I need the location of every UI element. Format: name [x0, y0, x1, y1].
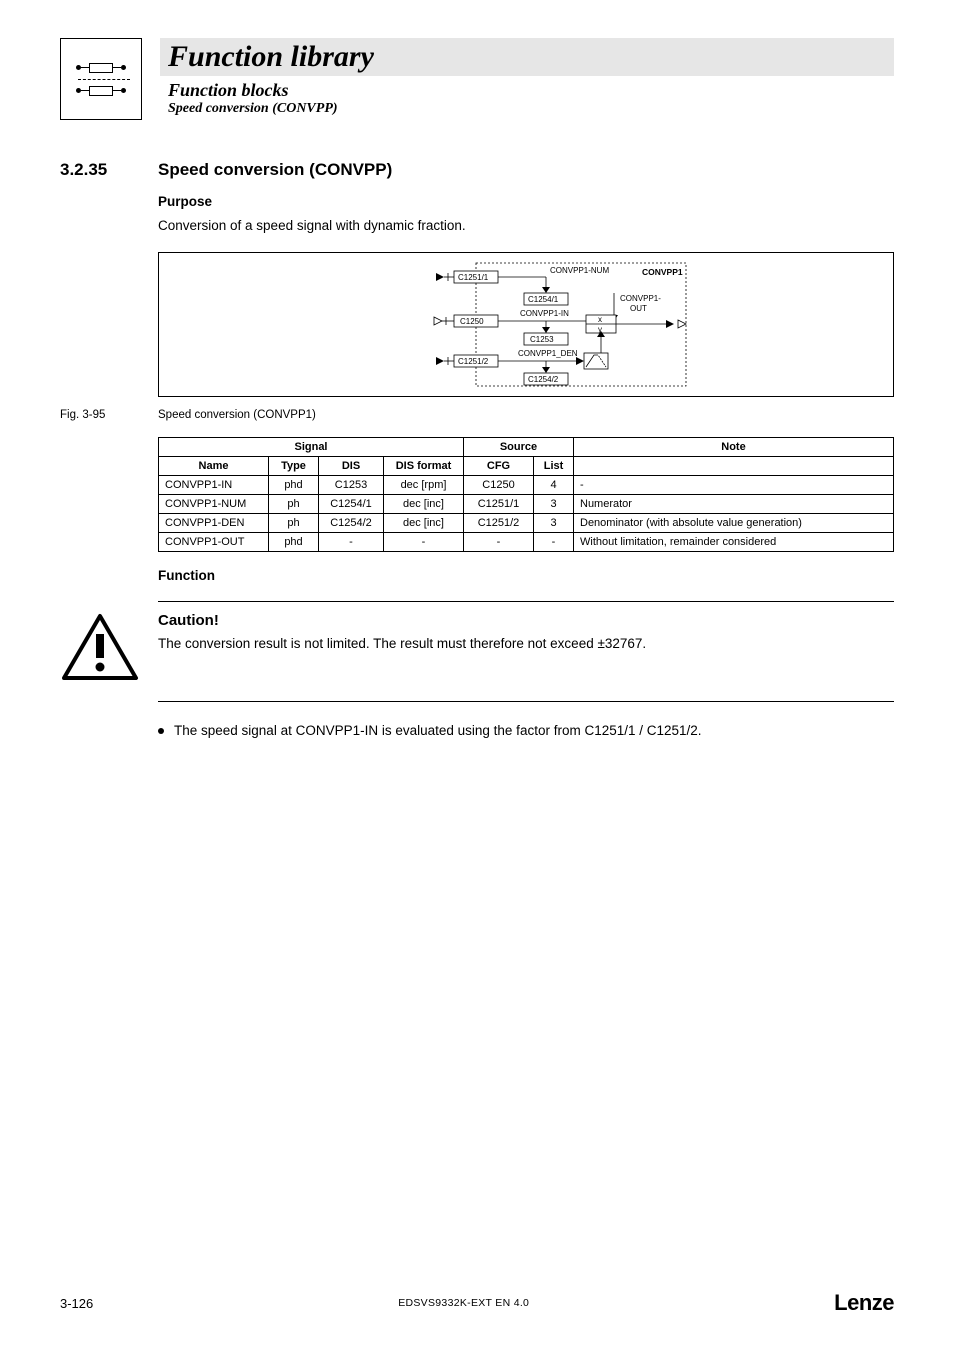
diag-out-bot: OUT [630, 304, 647, 313]
th-dis-format: DIS format [384, 456, 464, 475]
th-signal: Signal [159, 437, 464, 456]
diag-c1253: C1253 [530, 335, 554, 344]
th-dis: DIS [319, 456, 384, 475]
diag-num-label: CONVPP1-NUM [550, 266, 609, 275]
diag-den-label: CONVPP1_DEN [518, 349, 578, 358]
diag-block-name: CONVPP1 [642, 267, 683, 277]
table-row: CONVPP1-DEN ph C1254/2 dec [inc] C1251/2… [159, 513, 894, 532]
th-name: Name [159, 456, 269, 475]
caution-title: Caution! [158, 612, 646, 629]
figure-label: Fig. 3-95 [60, 409, 118, 421]
section-heading: 3.2.35 Speed conversion (CONVPP) [60, 160, 894, 180]
th-list: List [534, 456, 574, 475]
bullet-text: The speed signal at CONVPP1-IN is evalua… [174, 722, 702, 741]
diag-out-top: CONVPP1- [620, 294, 661, 303]
purpose-text: Conversion of a speed signal with dynami… [158, 217, 894, 236]
th-cfg: CFG [464, 456, 534, 475]
th-source: Source [464, 437, 574, 456]
diag-c1254-2: C1254/2 [528, 375, 559, 384]
diag-c1250: C1250 [460, 317, 484, 326]
page-subtitle-1: Function blocks [160, 80, 894, 101]
function-block-icon [60, 38, 142, 120]
page-header: Function library Function blocks Speed c… [60, 38, 894, 120]
section-title: Speed conversion (CONVPP) [158, 160, 392, 180]
block-diagram: .box{fill:#fff;stroke:#000;stroke-width:… [158, 252, 894, 397]
table-row: CONVPP1-NUM ph C1254/1 dec [inc] C1251/1… [159, 494, 894, 513]
diag-in-label: CONVPP1-IN [520, 309, 569, 318]
th-type: Type [269, 456, 319, 475]
diag-c1251-2: C1251/2 [458, 357, 489, 366]
page-subtitle-2: Speed conversion (CONVPP) [160, 101, 894, 117]
title-bar: Function library [160, 38, 894, 76]
function-heading: Function [158, 568, 894, 583]
th-note: Note [574, 437, 894, 456]
figure-caption: Fig. 3-95 Speed conversion (CONVPP1) [60, 409, 894, 421]
table-row: CONVPP1-IN phd C1253 dec [rpm] C1250 4 - [159, 475, 894, 494]
signal-table: Signal Source Note Name Type DIS DIS for… [158, 437, 894, 552]
caution-block: Caution! The conversion result is not li… [60, 612, 894, 687]
page-number: 3-126 [60, 1296, 93, 1311]
table-row: CONVPP1-OUT phd - - - - Without limitati… [159, 532, 894, 551]
divider [158, 601, 894, 602]
page-title: Function library [168, 40, 894, 74]
diag-c1254-1: C1254/1 [528, 295, 559, 304]
divider [158, 701, 894, 702]
doc-id: EDSVS9332K-EXT EN 4.0 [398, 1297, 529, 1309]
section-number: 3.2.35 [60, 160, 120, 180]
diag-x: x [598, 315, 602, 324]
brand-logo: Lenze [834, 1290, 894, 1316]
caution-text: The conversion result is not limited. Th… [158, 635, 646, 654]
figure-text: Speed conversion (CONVPP1) [158, 409, 316, 421]
diag-c1251-1: C1251/1 [458, 273, 489, 282]
th-note-col [574, 456, 894, 475]
bullet-icon [158, 728, 164, 734]
warning-icon [60, 612, 140, 687]
bullet-item: The speed signal at CONVPP1-IN is evalua… [158, 722, 894, 741]
page-footer: 3-126 EDSVS9332K-EXT EN 4.0 Lenze [60, 1290, 894, 1316]
purpose-heading: Purpose [158, 194, 894, 209]
